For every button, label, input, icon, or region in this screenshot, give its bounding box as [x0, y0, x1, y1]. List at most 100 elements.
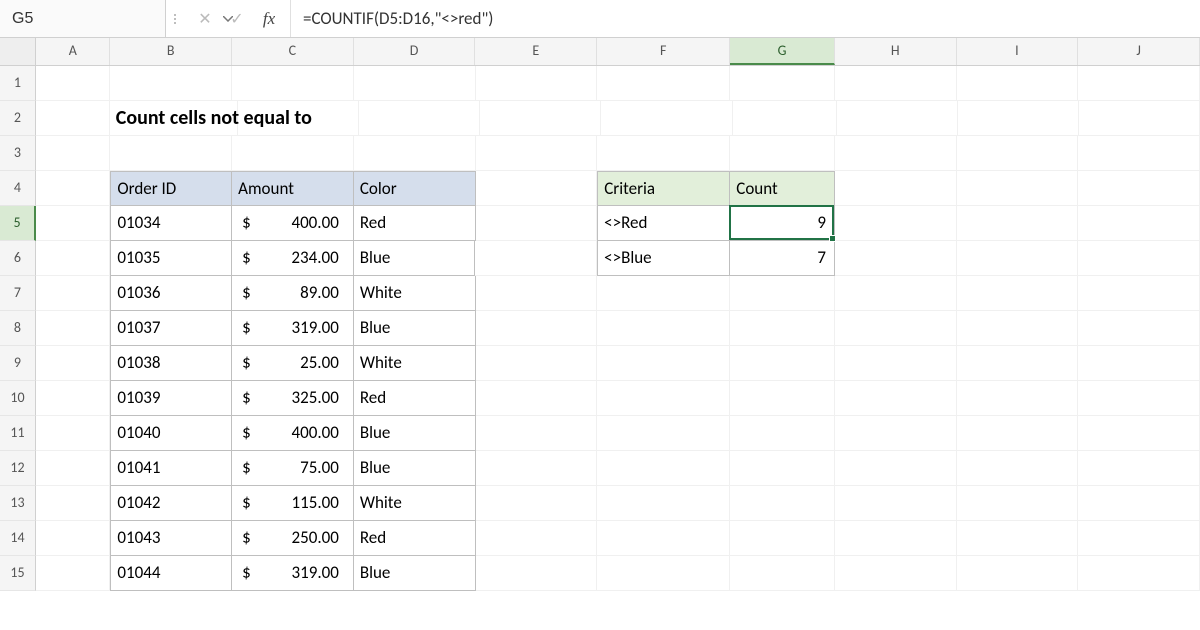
- cell-E13[interactable]: [476, 486, 598, 521]
- cell-A4[interactable]: [36, 171, 110, 206]
- cell-A10[interactable]: [36, 381, 110, 416]
- cell-D6[interactable]: Blue: [354, 241, 476, 276]
- cell-B2[interactable]: Count cells not equal to: [110, 101, 238, 136]
- cell-C14[interactable]: $250.00: [232, 521, 354, 556]
- cell-J13[interactable]: [1078, 486, 1200, 521]
- cell-G5[interactable]: 9: [730, 206, 835, 241]
- cell-F12[interactable]: [597, 451, 730, 486]
- cell-A15[interactable]: [36, 556, 110, 591]
- cell-J2[interactable]: [1079, 101, 1200, 136]
- col-header-J[interactable]: J: [1078, 38, 1200, 65]
- cell-G4[interactable]: Count: [730, 171, 835, 206]
- divider-handle[interactable]: [166, 0, 184, 37]
- cell-D13[interactable]: White: [354, 486, 476, 521]
- cell-G7[interactable]: [730, 276, 835, 311]
- row-header-5[interactable]: 5: [0, 206, 36, 241]
- cell-F6[interactable]: <>Blue: [597, 241, 730, 276]
- cell-I3[interactable]: [957, 136, 1079, 171]
- cell-B1[interactable]: [110, 66, 232, 101]
- cell-C6[interactable]: $234.00: [232, 241, 354, 276]
- cell-B3[interactable]: [110, 136, 232, 171]
- cell-H8[interactable]: [835, 311, 957, 346]
- cell-I13[interactable]: [957, 486, 1079, 521]
- cell-I9[interactable]: [957, 346, 1079, 381]
- cell-G3[interactable]: [730, 136, 835, 171]
- cell-I5[interactable]: [957, 206, 1079, 241]
- cell-H2[interactable]: [837, 101, 958, 136]
- cell-C10[interactable]: $325.00: [232, 381, 354, 416]
- cell-H9[interactable]: [835, 346, 957, 381]
- row-header-6[interactable]: 6: [0, 241, 36, 276]
- cell-C11[interactable]: $400.00: [232, 416, 354, 451]
- cell-A7[interactable]: [36, 276, 110, 311]
- cell-B15[interactable]: 01044: [110, 556, 232, 591]
- cell-A14[interactable]: [36, 521, 110, 556]
- cell-D11[interactable]: Blue: [354, 416, 476, 451]
- col-header-C[interactable]: C: [232, 38, 354, 65]
- cell-B5[interactable]: 01034: [110, 206, 232, 241]
- cell-I12[interactable]: [957, 451, 1079, 486]
- cell-G6[interactable]: 7: [730, 241, 835, 276]
- cell-D4[interactable]: Color: [354, 171, 476, 206]
- cell-B7[interactable]: 01036: [110, 276, 232, 311]
- cell-B8[interactable]: 01037: [110, 311, 232, 346]
- col-header-G[interactable]: G: [730, 38, 835, 65]
- cell-F5[interactable]: <>Red: [597, 206, 730, 241]
- cell-E8[interactable]: [476, 311, 598, 346]
- cell-H14[interactable]: [835, 521, 957, 556]
- cell-F15[interactable]: [597, 556, 730, 591]
- cell-A13[interactable]: [36, 486, 110, 521]
- cell-B6[interactable]: 01035: [110, 241, 232, 276]
- cell-H7[interactable]: [835, 276, 957, 311]
- cell-D5[interactable]: Red: [354, 206, 476, 241]
- cell-A11[interactable]: [36, 416, 110, 451]
- select-all-corner[interactable]: [0, 38, 36, 65]
- insert-function-button[interactable]: fx: [254, 4, 284, 34]
- cell-F2[interactable]: [601, 101, 733, 136]
- cell-H10[interactable]: [835, 381, 957, 416]
- cell-I15[interactable]: [957, 556, 1079, 591]
- cell-A8[interactable]: [36, 311, 110, 346]
- cell-A6[interactable]: [36, 241, 110, 276]
- cell-J7[interactable]: [1078, 276, 1200, 311]
- cell-C13[interactable]: $115.00: [232, 486, 354, 521]
- cell-I6[interactable]: [957, 241, 1079, 276]
- cell-H4[interactable]: [835, 171, 957, 206]
- cell-D15[interactable]: Blue: [354, 556, 476, 591]
- col-header-F[interactable]: F: [597, 38, 730, 65]
- cell-G8[interactable]: [730, 311, 835, 346]
- cell-E2[interactable]: [480, 101, 601, 136]
- cell-E11[interactable]: [476, 416, 598, 451]
- cell-C8[interactable]: $319.00: [232, 311, 354, 346]
- cell-E3[interactable]: [476, 136, 598, 171]
- cell-J3[interactable]: [1078, 136, 1200, 171]
- cell-I14[interactable]: [957, 521, 1079, 556]
- row-header-7[interactable]: 7: [0, 276, 36, 311]
- cell-C9[interactable]: $25.00: [232, 346, 354, 381]
- row-header-8[interactable]: 8: [0, 311, 36, 346]
- cell-I8[interactable]: [957, 311, 1079, 346]
- cell-F10[interactable]: [597, 381, 730, 416]
- cell-G11[interactable]: [730, 416, 835, 451]
- cell-C15[interactable]: $319.00: [232, 556, 354, 591]
- cell-B11[interactable]: 01040: [110, 416, 232, 451]
- cell-H11[interactable]: [835, 416, 957, 451]
- cell-H6[interactable]: [835, 241, 957, 276]
- cell-H15[interactable]: [835, 556, 957, 591]
- cell-H13[interactable]: [835, 486, 957, 521]
- cell-F14[interactable]: [597, 521, 730, 556]
- cell-F11[interactable]: [597, 416, 730, 451]
- row-header-13[interactable]: 13: [0, 486, 36, 521]
- cell-B13[interactable]: 01042: [110, 486, 232, 521]
- row-header-1[interactable]: 1: [0, 66, 36, 101]
- cell-D8[interactable]: Blue: [354, 311, 476, 346]
- cell-I11[interactable]: [957, 416, 1079, 451]
- cell-J5[interactable]: [1078, 206, 1200, 241]
- cell-E5[interactable]: [476, 206, 598, 241]
- cell-I4[interactable]: [957, 171, 1079, 206]
- cell-J10[interactable]: [1078, 381, 1200, 416]
- cell-B14[interactable]: 01043: [110, 521, 232, 556]
- cell-H5[interactable]: [835, 206, 957, 241]
- col-header-I[interactable]: I: [957, 38, 1079, 65]
- cell-A9[interactable]: [36, 346, 110, 381]
